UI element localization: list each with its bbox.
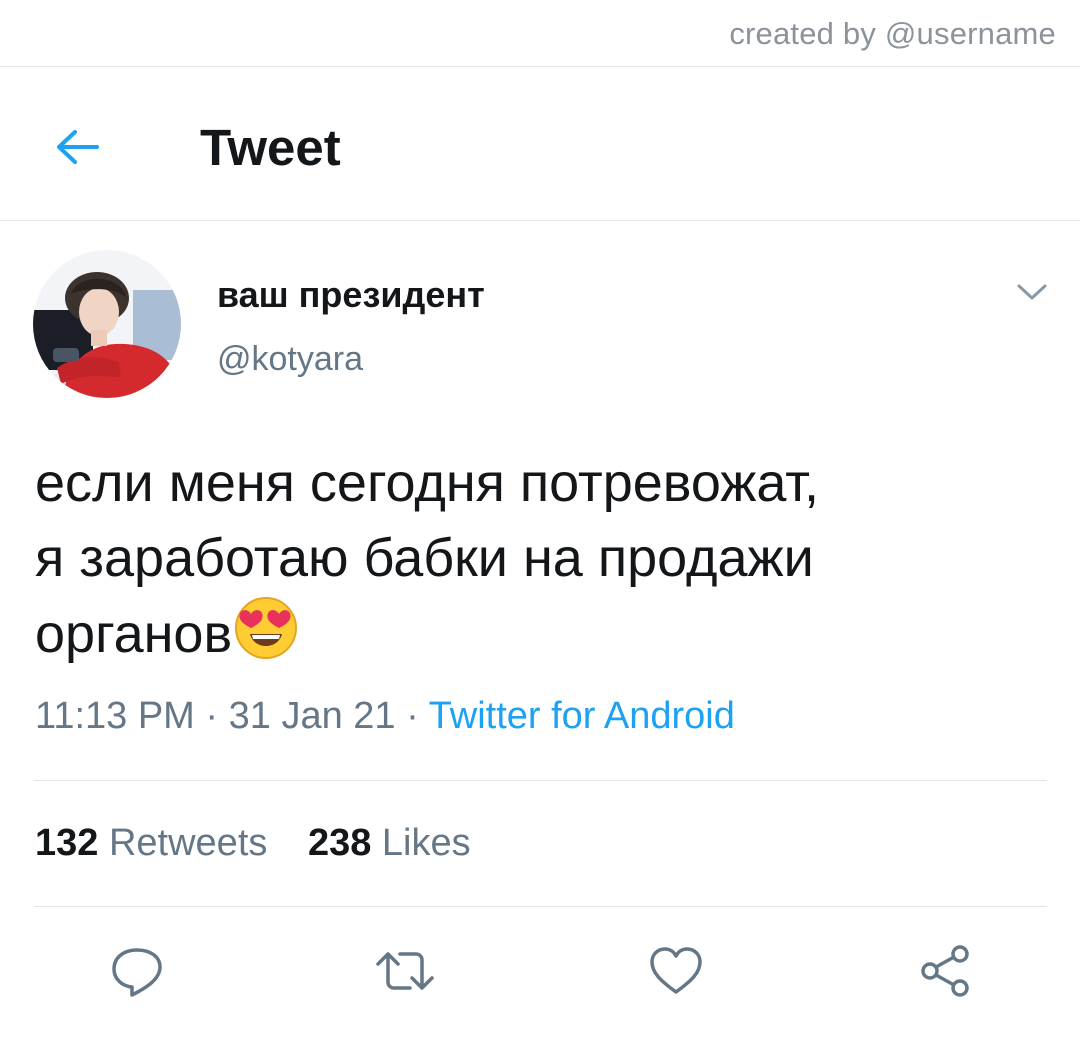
tweet-stats: 132 Retweets 238 Likes	[35, 822, 501, 865]
tweet-text: если меня сегодня потревожат, я заработа…	[35, 446, 1045, 672]
back-button[interactable]	[48, 118, 106, 176]
avatar[interactable]	[33, 250, 181, 398]
tweet-options-button[interactable]	[1010, 274, 1054, 310]
meta-divider	[34, 780, 1047, 781]
retweets-label: Retweets	[108, 822, 268, 864]
heart-eyes-emoji-icon	[235, 597, 298, 659]
arrow-left-icon	[57, 130, 99, 164]
likes-stat[interactable]: 238 Likes	[308, 822, 471, 865]
creator-credit: created by @username	[729, 16, 1056, 51]
tweet-date: 31 Jan 21	[228, 695, 396, 737]
retweets-count: 132	[35, 822, 99, 864]
likes-count: 238	[307, 822, 372, 864]
reply-button[interactable]	[104, 938, 170, 1004]
share-icon	[921, 945, 969, 997]
tweet-line: я заработаю бабки на продажи	[35, 528, 814, 588]
retweet-button[interactable]	[372, 938, 438, 1004]
meta-separator: ·	[406, 695, 419, 737]
chevron-down-icon	[1017, 284, 1047, 300]
like-button[interactable]	[643, 938, 709, 1004]
reply-icon	[112, 948, 162, 997]
tweet-meta: 11:13 PM · 31 Jan 21 · Twitter for Andro…	[35, 695, 735, 738]
retweet-icon	[376, 952, 434, 990]
tweet-line: органов	[35, 604, 233, 664]
tweet-source-link[interactable]: Twitter for Android	[429, 695, 735, 737]
header-divider	[0, 220, 1080, 221]
tweet-line: если меня сегодня потревожат,	[35, 453, 820, 513]
avatar-photo	[33, 250, 181, 398]
top-divider	[0, 66, 1080, 67]
author-display-name[interactable]: ваш президент	[217, 274, 485, 316]
page-title: Tweet	[200, 119, 341, 176]
meta-separator: ·	[205, 695, 219, 737]
heart-icon	[650, 947, 702, 994]
likes-label: Likes	[381, 822, 471, 864]
author-handle[interactable]: @kotyara	[217, 340, 363, 379]
stats-divider	[34, 906, 1047, 907]
share-button[interactable]	[912, 938, 978, 1004]
retweets-stat[interactable]: 132 Retweets	[35, 822, 267, 865]
tweet-time: 11:13 PM	[35, 695, 195, 737]
